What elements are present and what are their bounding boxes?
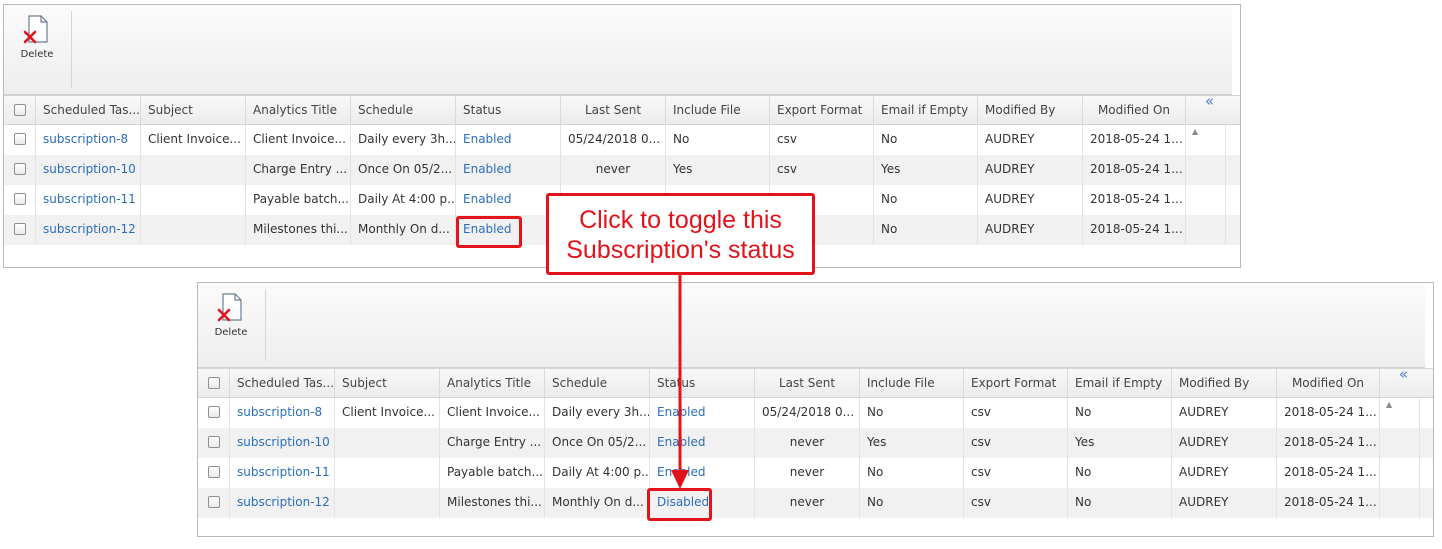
- callout-line-1: Click to toggle this: [579, 206, 782, 234]
- callout-line-2: Subscription's status: [566, 236, 795, 264]
- annotation-callout: Click to toggle this Subscription's stat…: [546, 193, 815, 275]
